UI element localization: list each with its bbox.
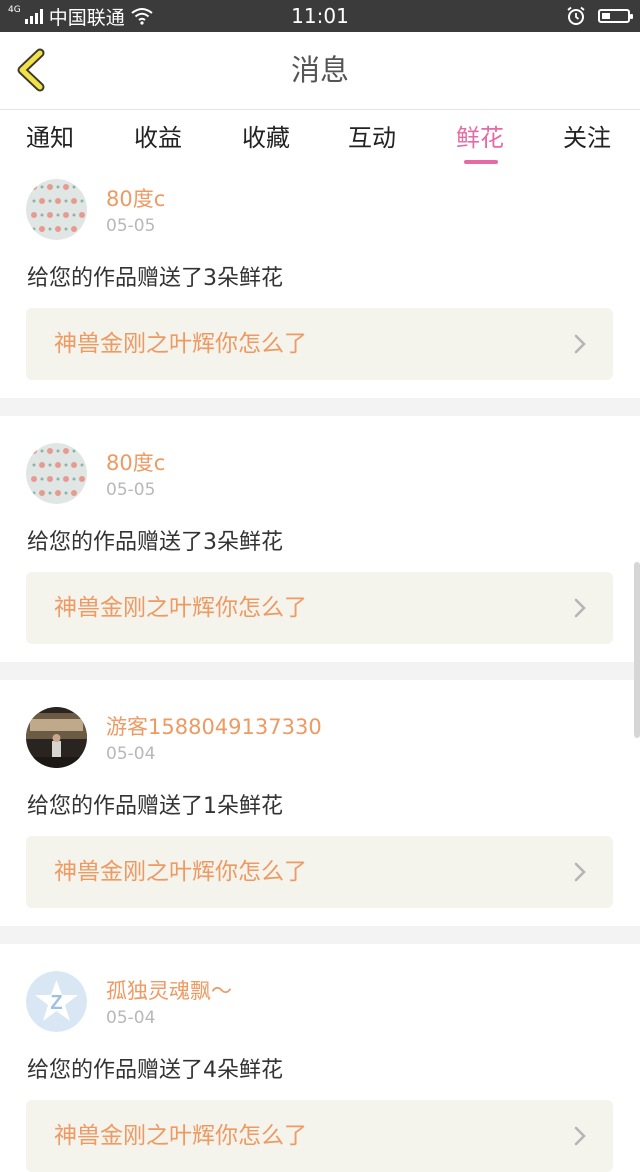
status-time: 11:01 xyxy=(291,4,349,28)
message-card: 80度c 05-05 给您的作品赠送了3朵鲜花 神兽金刚之叶辉你怎么了 xyxy=(0,170,640,398)
chevron-right-icon xyxy=(574,862,586,882)
card-separator xyxy=(0,662,640,680)
work-title: 神兽金刚之叶辉你怎么了 xyxy=(54,331,307,357)
floral-avatar-image xyxy=(26,443,87,504)
work-title: 神兽金刚之叶辉你怎么了 xyxy=(54,595,307,621)
active-tab-indicator xyxy=(464,160,498,164)
message-date: 05-04 xyxy=(106,744,156,764)
work-title: 神兽金刚之叶辉你怎么了 xyxy=(54,1123,307,1149)
username[interactable]: 孤独灵魂飘～ xyxy=(106,975,232,1005)
message-card: 80度c 05-05 给您的作品赠送了3朵鲜花 神兽金刚之叶辉你怎么了 xyxy=(0,416,640,644)
tab-follows[interactable]: 关注 xyxy=(563,110,611,166)
floral-avatar-image xyxy=(26,179,87,240)
avatar[interactable]: Z xyxy=(26,971,87,1032)
avatar[interactable] xyxy=(26,179,87,240)
chevron-right-icon xyxy=(574,1126,586,1146)
message-date: 05-05 xyxy=(106,480,156,500)
card-separator xyxy=(0,398,640,416)
chevron-right-icon xyxy=(574,598,586,618)
username[interactable]: 80度c xyxy=(106,447,165,477)
work-link-button[interactable]: 神兽金刚之叶辉你怎么了 xyxy=(26,572,613,644)
tab-notifications[interactable]: 通知 xyxy=(26,110,74,166)
alarm-icon xyxy=(567,6,585,25)
scrollbar-thumb[interactable] xyxy=(634,562,640,738)
work-title: 神兽金刚之叶辉你怎么了 xyxy=(54,859,307,885)
card-separator xyxy=(0,926,640,944)
username[interactable]: 游客1588049137330 xyxy=(106,711,322,741)
battery-icon xyxy=(598,9,633,23)
avatar[interactable] xyxy=(26,443,87,504)
message-text: 给您的作品赠送了3朵鲜花 xyxy=(27,266,283,291)
tab-interactions[interactable]: 互动 xyxy=(348,110,396,166)
tab-favorites[interactable]: 收藏 xyxy=(242,110,290,166)
work-link-button[interactable]: 神兽金刚之叶辉你怎么了 xyxy=(26,308,613,380)
avatar[interactable] xyxy=(26,707,87,768)
message-date: 05-04 xyxy=(106,1008,156,1028)
tab-bar: 通知 收益 收藏 互动 鲜花 关注 xyxy=(0,110,640,170)
message-text: 给您的作品赠送了4朵鲜花 xyxy=(27,1058,283,1083)
message-text: 给您的作品赠送了1朵鲜花 xyxy=(27,794,283,819)
work-link-button[interactable]: 神兽金刚之叶辉你怎么了 xyxy=(26,836,613,908)
photo-avatar-image xyxy=(26,707,87,768)
message-date: 05-05 xyxy=(106,216,156,236)
chevron-right-icon xyxy=(574,334,586,354)
message-text: 给您的作品赠送了3朵鲜花 xyxy=(27,530,283,555)
svg-text:Z: Z xyxy=(50,992,62,1014)
message-card: 游客1588049137330 05-04 给您的作品赠送了1朵鲜花 神兽金刚之… xyxy=(0,680,640,908)
page-title: 消息 xyxy=(290,53,349,87)
tab-earnings[interactable]: 收益 xyxy=(134,110,182,166)
tab-flowers[interactable]: 鲜花 xyxy=(456,110,504,166)
work-link-button[interactable]: 神兽金刚之叶辉你怎么了 xyxy=(26,1100,613,1172)
nav-bar: 消息 xyxy=(0,32,640,110)
status-bar: 4G 中国联通 11:01 xyxy=(0,0,640,32)
status-bar-right xyxy=(566,0,633,32)
qq-avatar-image: Z xyxy=(26,971,87,1032)
username[interactable]: 80度c xyxy=(106,183,165,213)
